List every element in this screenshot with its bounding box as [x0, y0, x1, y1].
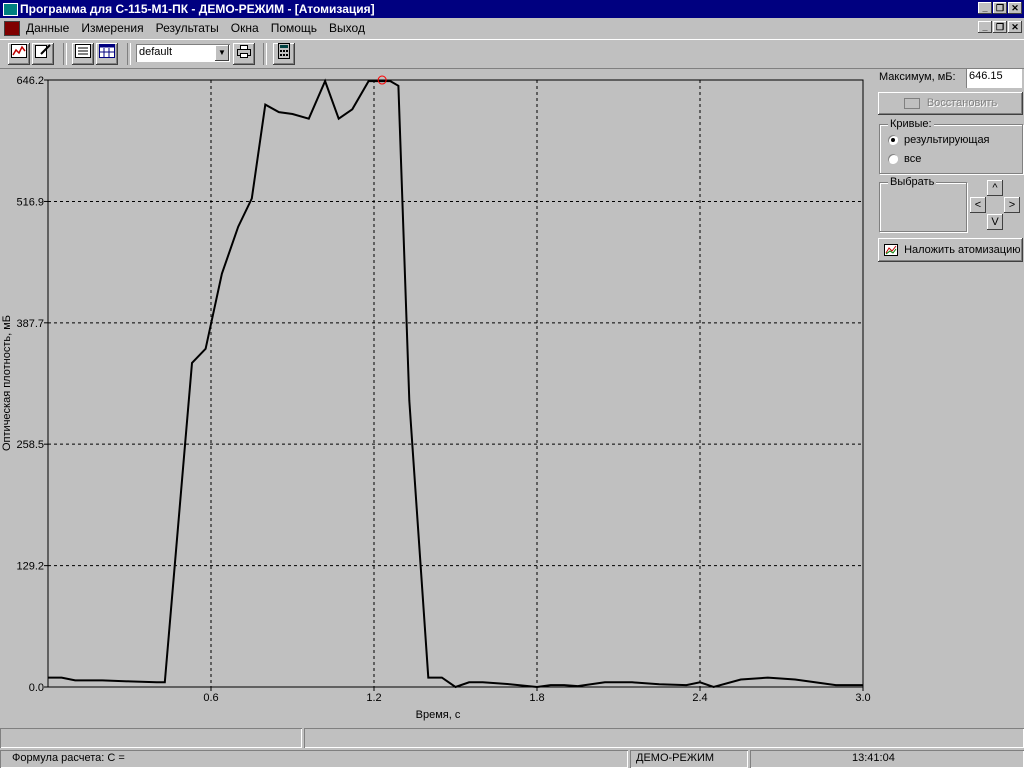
arrow-up-button[interactable]: ^	[987, 180, 1003, 196]
y-tick-label: 516.9	[16, 196, 44, 208]
y-tick-label: 129.2	[16, 561, 44, 573]
menu-help[interactable]: Помощь	[271, 21, 317, 35]
mdi-minimize-button[interactable]: _	[978, 21, 992, 33]
toolbar-separator	[263, 43, 267, 65]
chart-icon	[11, 44, 27, 58]
restore-chart-button[interactable]: Восстановить	[878, 92, 1023, 115]
curves-groupbox: Кривые:	[879, 118, 1023, 174]
radio-result-curve[interactable]	[888, 135, 898, 145]
y-tick-label: 646.2	[16, 75, 44, 87]
mdi-close-button[interactable]: ✕	[1008, 21, 1022, 33]
dropdown-arrow-icon[interactable]: ▼	[215, 45, 229, 61]
plot-frame	[47, 79, 864, 688]
status-time: 13:41:04	[750, 750, 1024, 768]
chart-icon-button[interactable]	[8, 43, 30, 65]
x-tick-label: 3.0	[855, 692, 870, 704]
x-tick-label: 0.6	[203, 692, 218, 704]
select-group-title: Выбрать	[888, 176, 937, 188]
calculator-icon-button[interactable]	[273, 43, 295, 65]
status-panel-right	[304, 728, 1024, 748]
arrow-down-button[interactable]: V	[987, 214, 1003, 230]
radio-all-label[interactable]: все	[904, 153, 921, 165]
arrow-right-button[interactable]: >	[1004, 197, 1020, 213]
status-mode: ДЕМО-РЕЖИМ	[630, 750, 748, 768]
max-value-field[interactable]: 646.15	[966, 68, 1022, 88]
x-tick-label: 2.4	[692, 692, 707, 704]
status-panel-left	[0, 728, 302, 748]
edit-icon	[35, 44, 51, 58]
table-icon-button[interactable]	[96, 43, 118, 65]
overlay-chart-icon	[884, 244, 898, 257]
list-icon-button[interactable]	[72, 43, 94, 65]
overlay-atomization-label: Наложить атомизацию	[904, 244, 1021, 256]
title-bar: Программа для С-115-М1-ПК - ДЕМО-РЕЖИМ -…	[0, 0, 1024, 18]
app-icon	[3, 3, 18, 16]
minimize-button[interactable]: _	[978, 2, 992, 14]
menu-windows[interactable]: Окна	[231, 21, 259, 35]
atomization-chart[interactable]: 0.6 1.2 1.8 2.4 3.0 0.0 129.2 258.5 387.7 516.9 64…	[0, 68, 872, 728]
restore-button[interactable]: ❐	[993, 2, 1007, 14]
restore-chart-label: Восстановить	[926, 97, 998, 109]
edit-icon-button[interactable]	[32, 43, 54, 65]
print-icon-button[interactable]	[233, 43, 255, 65]
calculator-icon	[278, 43, 290, 59]
y-tick-label: 387.7	[16, 318, 44, 330]
profile-select[interactable]: default ▼	[136, 44, 230, 62]
mdi-restore-button[interactable]: ❐	[993, 21, 1007, 33]
y-tick-label: 258.5	[16, 439, 44, 451]
status-formula: Формула расчета: C =	[0, 750, 628, 768]
overlay-atomization-button[interactable]: Наложить атомизацию	[878, 238, 1023, 262]
y-axis-label: Оптическая плотность, мБ	[1, 315, 13, 451]
menu-measurements[interactable]: Измерения	[81, 21, 143, 35]
list-icon	[75, 44, 91, 58]
y-tick-label: 0.0	[29, 682, 44, 694]
status-bar-top	[0, 728, 1024, 748]
select-groupbox: Выбрать	[879, 176, 967, 232]
x-tick-label: 1.2	[366, 692, 381, 704]
max-label: Максимум, мБ:	[879, 71, 956, 83]
x-axis-label: Время, с	[416, 709, 461, 721]
restore-chart-icon	[903, 97, 920, 109]
toolbar: default ▼	[0, 39, 1024, 69]
radio-result-label[interactable]: результирующая	[904, 134, 990, 146]
radio-all-curves[interactable]	[888, 154, 898, 164]
menu-exit[interactable]: Выход	[329, 21, 365, 35]
table-icon	[99, 44, 115, 58]
print-icon	[237, 45, 251, 58]
window-title: Программа для С-115-М1-ПК - ДЕМО-РЕЖИМ -…	[20, 2, 375, 16]
atomization-curve	[48, 78, 863, 689]
close-button[interactable]: ✕	[1008, 2, 1022, 14]
x-tick-label: 1.8	[529, 692, 544, 704]
menu-results[interactable]: Результаты	[156, 21, 219, 35]
arrow-left-button[interactable]: <	[970, 197, 986, 213]
menu-data[interactable]: Данные	[26, 21, 69, 35]
toolbar-separator	[63, 43, 67, 65]
menu-bar: Данные Измерения Результаты Окна Помощь …	[0, 18, 1024, 38]
profile-select-value: default	[139, 46, 173, 58]
toolbar-separator	[127, 43, 131, 65]
document-icon[interactable]	[4, 21, 20, 36]
curves-group-title: Кривые:	[888, 118, 934, 130]
